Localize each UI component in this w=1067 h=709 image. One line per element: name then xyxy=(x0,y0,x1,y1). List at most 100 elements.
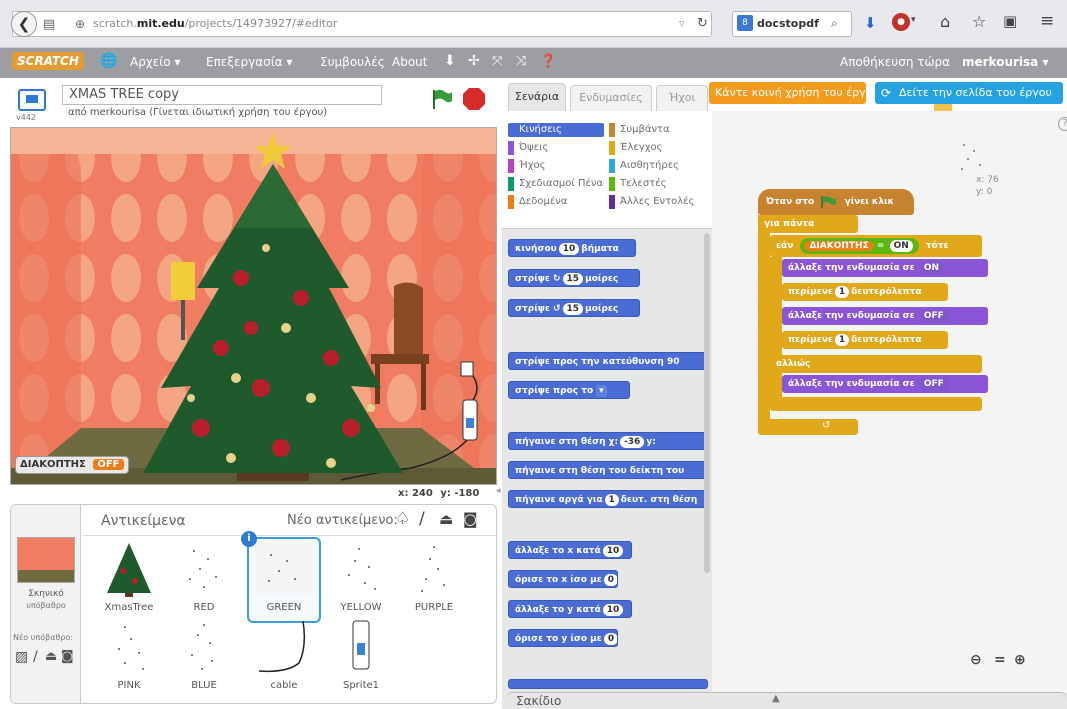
dropdown-arrow-icon[interactable]: ▾ xyxy=(596,385,607,397)
costume-dropdown[interactable]: ON xyxy=(920,262,943,274)
backpack[interactable]: Σακίδιο ▲ xyxy=(506,692,1067,709)
back-arrow-icon[interactable]: ❮ xyxy=(11,11,37,37)
block-turn-left[interactable]: στρίψε ↺ 15 μοίρες xyxy=(508,299,640,317)
sprite-tile-sprite1[interactable]: Sprite1 xyxy=(331,617,391,701)
block-input[interactable]: 1 xyxy=(834,334,850,346)
block-go-to-mouse[interactable]: πήγαινε στη θέση του δείκτη του xyxy=(508,461,708,479)
sprite-tile-yellow[interactable]: YELLOW xyxy=(331,539,391,623)
search-icon[interactable]: ⌕ xyxy=(831,16,838,31)
scripts-area[interactable]: ? x: 76 y: 0 Όταν στο γίνει κλικ για πάν… xyxy=(712,111,1067,709)
wait-block[interactable]: περίμενε 1 δευτερόλεπτα xyxy=(782,283,948,301)
category-motion[interactable]: Κινήσεις xyxy=(508,123,604,137)
presentation-mode-icon[interactable] xyxy=(18,89,46,111)
camera-sprite-icon[interactable]: ◙ xyxy=(463,510,478,528)
costume-dropdown[interactable]: OFF xyxy=(920,378,947,390)
backpack-expand-icon[interactable]: ▲ xyxy=(772,693,780,704)
category-pen[interactable]: Σχεδιασμοί Πένας xyxy=(508,177,604,191)
project-title-input[interactable]: XMAS TREE copy xyxy=(62,85,382,105)
search-engine-icon[interactable]: 8 xyxy=(737,15,753,31)
file-menu[interactable]: Αρχείο ▾ xyxy=(130,55,180,69)
sprite-tile-pink[interactable]: PINK xyxy=(99,617,159,701)
block-set-y[interactable]: όρισε το y ίσο με 0 xyxy=(508,629,618,647)
block-input[interactable]: 0 xyxy=(603,574,617,586)
search-input[interactable]: 8 docstopdf ⌕ xyxy=(732,11,852,37)
zoom-out-icon[interactable]: ⊖ xyxy=(970,652,982,668)
block-input[interactable]: 1 xyxy=(604,494,619,506)
stop-sign-icon[interactable] xyxy=(462,87,486,111)
sprite-tile-cable[interactable]: cable xyxy=(251,617,317,701)
share-button[interactable]: Κάντε κοινή χρήση του έργου xyxy=(709,82,866,104)
switch-costume-on-block[interactable]: άλλαξε την ενδυμασία σε ON xyxy=(782,259,988,277)
about-menu[interactable]: About xyxy=(392,55,427,69)
sprite-tile-blue[interactable]: BLUE xyxy=(174,617,234,701)
sprite-tile-purple[interactable]: PURPLE xyxy=(404,539,464,623)
site-info-icon[interactable]: ⊕ xyxy=(75,17,85,31)
block-point-towards[interactable]: στρίψε προς το ▾ xyxy=(508,381,630,399)
block-move-steps[interactable]: κινήσου 10 βήματα xyxy=(508,239,636,257)
sprite-tile-red[interactable]: RED xyxy=(174,539,234,623)
costume-dropdown[interactable]: OFF xyxy=(920,310,947,322)
sprite-library-icon[interactable]: ♤ xyxy=(395,509,410,529)
paint-sprite-icon[interactable]: / xyxy=(419,509,425,529)
switch-costume-off-block[interactable]: άλλαξε την ενδυμασία σε OFF xyxy=(782,307,988,325)
upload-sprite-icon[interactable]: ⏏ xyxy=(439,510,453,528)
address-bar[interactable]: ❮ ▤ ⊕ scratch.mit.edu/projects/14973927/… xyxy=(11,11,712,37)
block-input[interactable]: 1 xyxy=(834,286,850,298)
block-input[interactable]: 0 xyxy=(603,633,617,645)
save-now-link[interactable]: Αποθήκευση τώρα xyxy=(840,55,950,69)
camera-backdrop-icon[interactable]: ◙ xyxy=(61,649,74,664)
block-partial[interactable] xyxy=(508,679,708,689)
category-data[interactable]: Δεδομένα xyxy=(508,195,604,209)
url-text[interactable]: scratch.mit.edu/projects/14973927/#edito… xyxy=(93,17,337,30)
block-input[interactable]: 10 xyxy=(558,243,580,255)
category-sound[interactable]: Ήχος xyxy=(508,159,604,173)
dropdown-arrow-icon[interactable]: ▿ xyxy=(679,17,685,30)
when-flag-clicked-block[interactable]: Όταν στο γίνει κλικ xyxy=(758,189,914,215)
user-menu[interactable]: merkourisa ▾ xyxy=(962,55,1048,69)
green-flag-icon[interactable] xyxy=(430,87,454,111)
delete-tool-icon[interactable]: ✢ xyxy=(468,53,480,69)
edit-menu[interactable]: Επεξεργασία ▾ xyxy=(206,55,293,69)
block-input[interactable]: 10 xyxy=(602,545,624,557)
equals-operator-block[interactable]: ΔΙΑΚΟΠΤΗΣ = ON xyxy=(800,238,919,254)
block-go-to-xy[interactable]: πήγαινε στη θέση χ: -36 y: xyxy=(508,432,708,450)
tab-sounds[interactable]: Ήχοι xyxy=(656,85,708,111)
sprite-info-icon[interactable]: i xyxy=(241,531,257,547)
variable-monitor[interactable]: ΔΙΑΚΟΠΤΗΣ OFF xyxy=(15,456,129,474)
menu-icon[interactable]: ≡ xyxy=(1040,11,1054,31)
stage-canvas[interactable]: ΔΙΑΚΟΠΤΗΣ OFF xyxy=(10,127,497,485)
help-tool-icon[interactable]: ❓ xyxy=(540,54,556,69)
scratch-logo[interactable]: SCRATCH xyxy=(12,52,84,70)
variable-reporter[interactable]: ΔΙΑΚΟΠΤΗΣ xyxy=(804,241,874,251)
tips-menu[interactable]: Συμβουλές xyxy=(320,55,385,69)
grow-tool-icon[interactable]: ⤧ xyxy=(492,54,502,69)
sprite-tile-green-selected[interactable]: i GREEN xyxy=(241,531,321,623)
addon-dropdown-icon[interactable]: ▾ xyxy=(911,15,916,25)
language-globe-icon[interactable]: 🌐 xyxy=(100,53,117,69)
switch-costume-off-else-block[interactable]: άλλαξε την ενδυμασία σε OFF xyxy=(782,375,988,393)
block-glide[interactable]: πήγαινε αργά για 1 δευτ. στη θέση xyxy=(508,490,708,508)
paint-backdrop-icon[interactable]: / xyxy=(33,649,38,665)
shrink-tool-icon[interactable]: ⤨ xyxy=(516,54,526,69)
block-set-x[interactable]: όρισε το x ίσο με 0 xyxy=(508,570,618,588)
block-input[interactable]: 15 xyxy=(562,303,584,315)
category-operators[interactable]: Τελεστές xyxy=(609,177,709,191)
see-project-page-button[interactable]: ⟳ Δείτε την σελίδα του έργου xyxy=(875,82,1063,104)
category-sensing[interactable]: Αισθητήρες xyxy=(609,159,709,173)
block-input[interactable]: 10 xyxy=(602,604,624,616)
search-text[interactable]: docstopdf xyxy=(757,17,819,30)
category-more-blocks[interactable]: Άλλες Εντολές xyxy=(609,195,709,209)
zoom-reset-icon[interactable]: = xyxy=(994,652,1006,668)
category-control[interactable]: Έλεγχος xyxy=(609,141,709,155)
backdrop-library-icon[interactable]: ▨ xyxy=(15,649,28,665)
if-else-block[interactable]: εάν ΔΙΑΚΟΠΤΗΣ = ON τότε xyxy=(770,235,982,257)
block-input[interactable]: 15 xyxy=(562,273,584,285)
block-input[interactable]: -36 xyxy=(620,436,645,448)
help-icon[interactable]: ? xyxy=(1058,117,1067,131)
block-turn-right[interactable]: στρίψε ↻ 15 μοίρες xyxy=(508,269,640,287)
stage-thumbnail[interactable] xyxy=(17,537,75,583)
bookmark-star-icon[interactable]: ☆ xyxy=(972,12,986,31)
forever-block[interactable]: για πάντα xyxy=(758,215,858,233)
reading-list-icon[interactable]: ▣ xyxy=(1003,12,1017,30)
block-change-y[interactable]: άλλαξε το y κατά 10 xyxy=(508,600,632,618)
